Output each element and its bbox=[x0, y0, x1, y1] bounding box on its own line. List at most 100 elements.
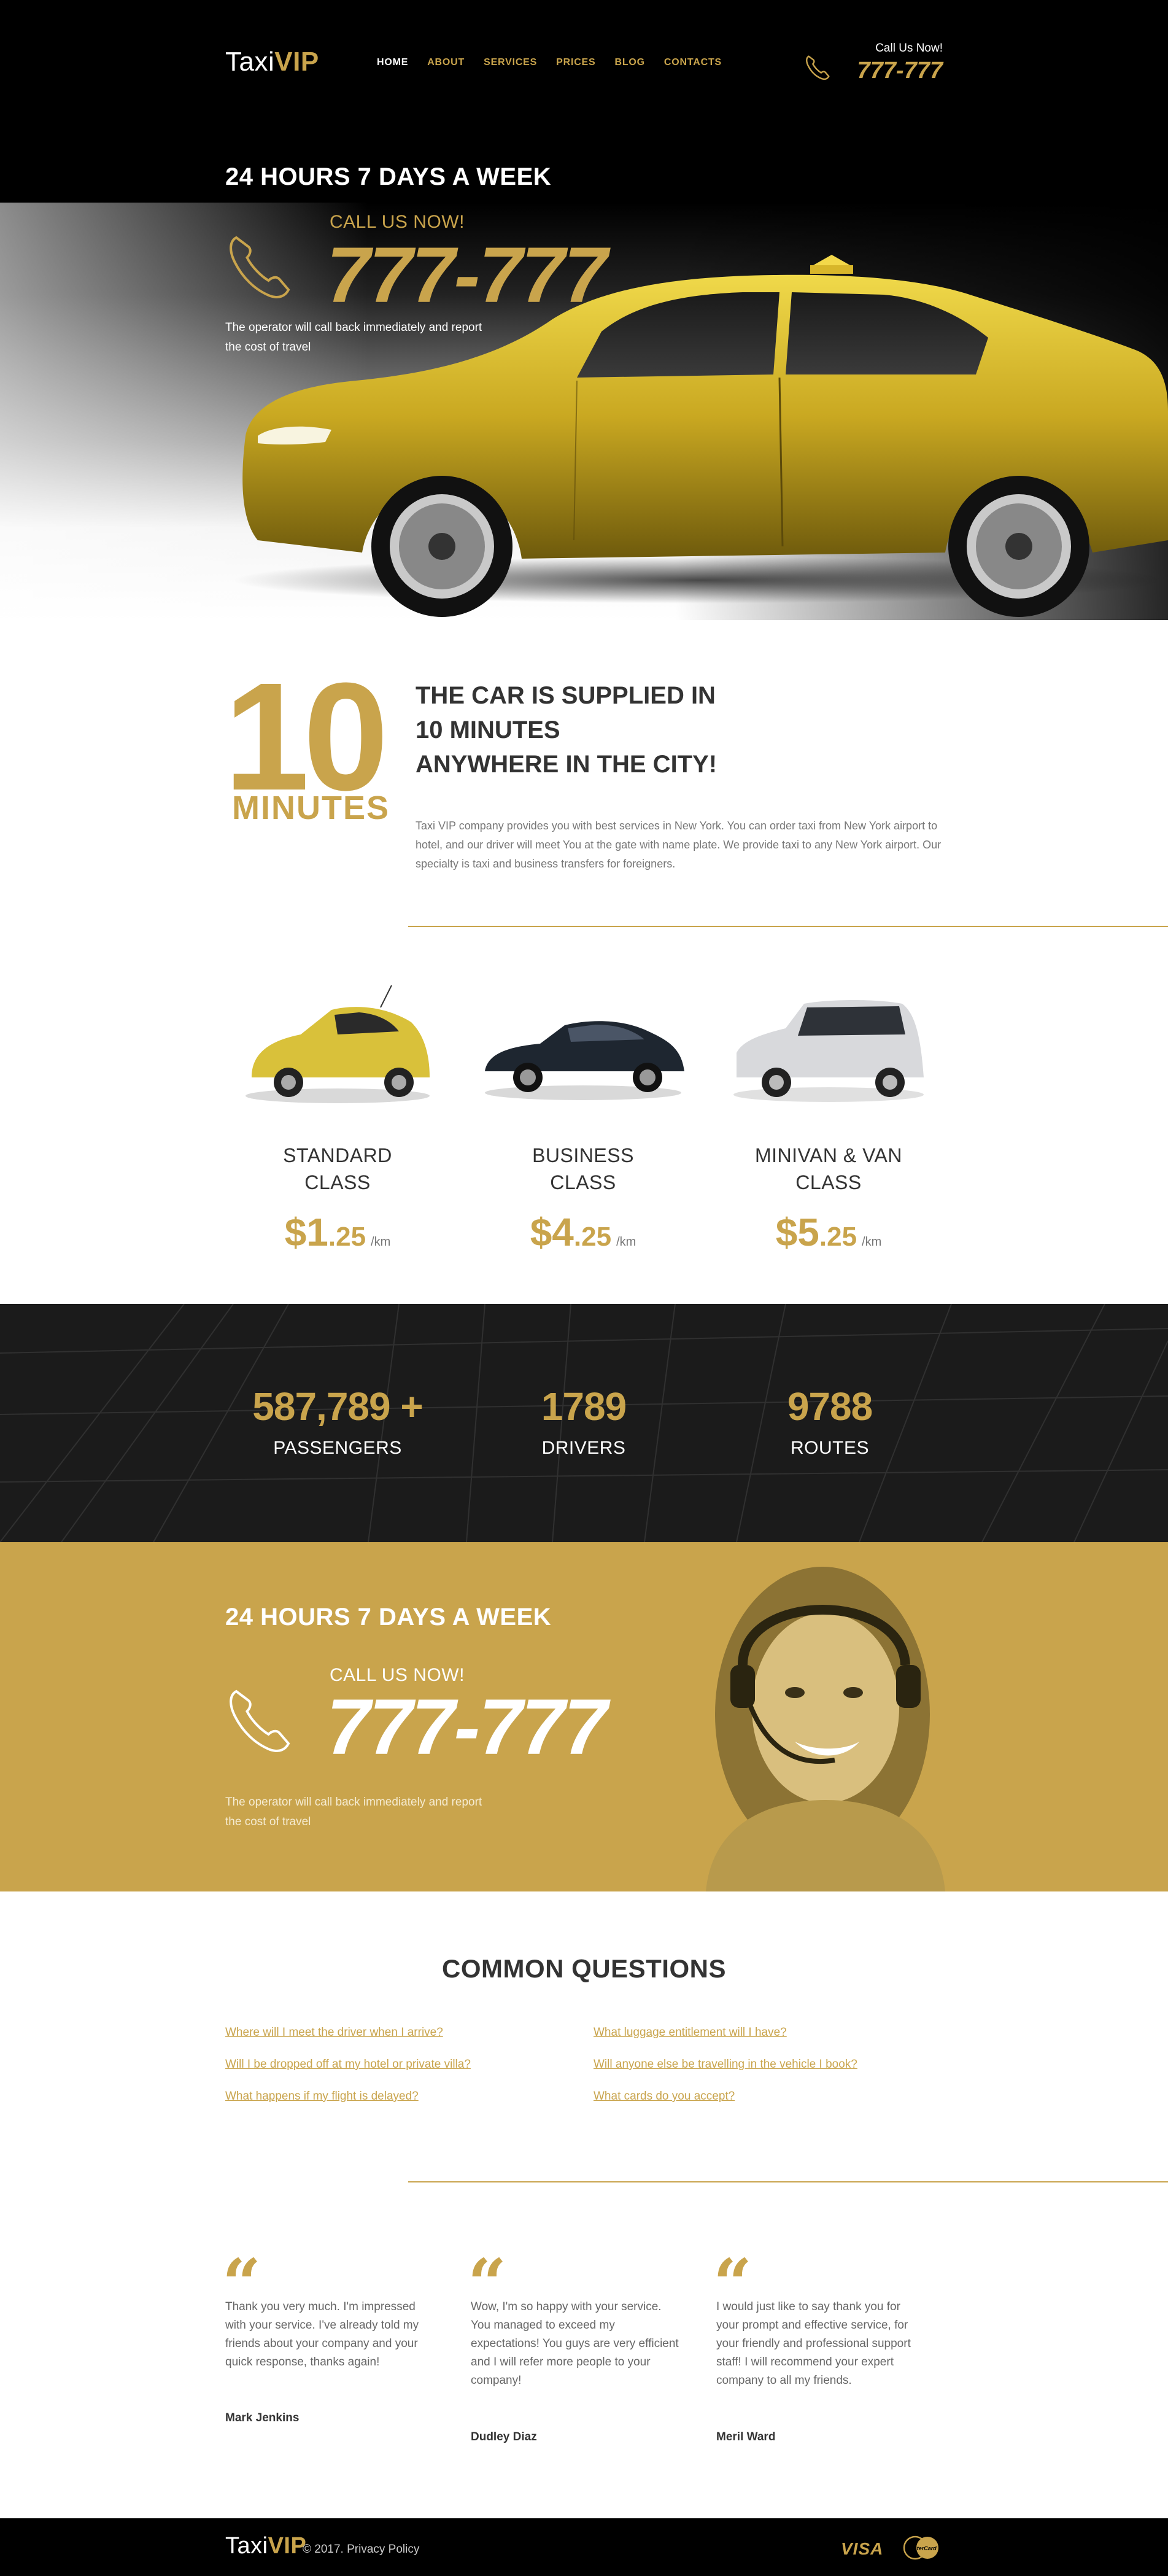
nav-about[interactable]: ABOUT bbox=[427, 57, 465, 68]
phone-icon bbox=[806, 55, 830, 80]
call-desc-line: the cost of travel bbox=[225, 1815, 311, 1828]
class-card-minivan[interactable]: MINIVAN & VAN CLASS $5.25/km bbox=[718, 985, 939, 1255]
mastercard-label: MasterCard bbox=[906, 2545, 937, 2551]
class-name-line: MINIVAN & VAN bbox=[754, 1144, 902, 1166]
class-name-line: BUSINESS bbox=[532, 1144, 634, 1166]
class-price: $4.25/km bbox=[473, 1209, 694, 1255]
class-card-standard[interactable]: STANDARD CLASS $1.25/km bbox=[227, 985, 448, 1255]
class-name: MINIVAN & VAN CLASS bbox=[718, 1142, 939, 1196]
mastercard-icon: MasterCard bbox=[903, 2535, 938, 2560]
stat-number: 587,789 + bbox=[252, 1384, 423, 1429]
testimonial-line: with your service. I've already told my bbox=[225, 2319, 419, 2332]
testimonial-author: Mark Jenkins bbox=[225, 2411, 300, 2424]
copyright: © 2017. Privacy Policy bbox=[303, 2543, 419, 2556]
stats-section: 587,789 + PASSENGERS 1789 DRIVERS 9788 R… bbox=[0, 1304, 1168, 1542]
call-phone-number[interactable]: 777-777 bbox=[327, 1682, 608, 1772]
faq-link[interactable]: What cards do you accept? bbox=[594, 2090, 735, 2103]
header-call-number[interactable]: 777-777 bbox=[857, 58, 943, 84]
stat-label: PASSENGERS bbox=[273, 1438, 402, 1458]
faq-link[interactable]: What happens if my flight is delayed? bbox=[225, 2090, 419, 2103]
stat-drivers: 1789 DRIVERS bbox=[461, 1384, 706, 1459]
header-call-label: Call Us Now! bbox=[875, 42, 943, 55]
testimonial-line: quick response, thanks again! bbox=[225, 2356, 380, 2368]
stat-routes: 9788 ROUTES bbox=[707, 1384, 953, 1459]
faq-link[interactable]: Where will I meet the driver when I arri… bbox=[225, 2026, 443, 2039]
class-name-line: CLASS bbox=[550, 1171, 616, 1193]
testimonial-line: I would just like to say thank you for bbox=[716, 2300, 900, 2313]
price-main: $1 bbox=[284, 1210, 328, 1254]
copyright-text: © 2017. bbox=[303, 2543, 344, 2556]
testimonial-line: staff! I will recommend your expert bbox=[716, 2356, 894, 2368]
supply-title: THE CAR IS SUPPLIED IN 10 MINUTES ANYWHE… bbox=[416, 678, 717, 782]
call-headline: 24 HOURS 7 DAYS A WEEK bbox=[225, 1604, 552, 1631]
call-section: 24 HOURS 7 DAYS A WEEK CALL US NOW! 777-… bbox=[0, 1542, 1168, 1891]
faq-title: COMMON QUESTIONS bbox=[441, 1954, 726, 1983]
main-nav: HOME ABOUT SERVICES PRICES BLOG CONTACTS bbox=[377, 57, 741, 68]
logo-text: Taxi bbox=[225, 2533, 268, 2559]
taxi-car-image bbox=[233, 255, 1168, 617]
class-name-line: STANDARD bbox=[283, 1144, 392, 1166]
testimonial-line: your friendly and professional support bbox=[716, 2337, 911, 2350]
call-description: The operator will call back immediately … bbox=[225, 1793, 532, 1832]
nav-blog[interactable]: BLOG bbox=[615, 57, 645, 68]
testimonial-line: company to all my friends. bbox=[716, 2374, 852, 2387]
nav-services[interactable]: SERVICES bbox=[484, 57, 537, 68]
stat-label: ROUTES bbox=[790, 1438, 869, 1458]
testimonial-line: Thank you very much. I'm impressed bbox=[225, 2300, 416, 2313]
testimonial-line: You managed to exceed my bbox=[471, 2319, 615, 2332]
class-card-business[interactable]: BUSINESS CLASS $4.25/km bbox=[473, 985, 694, 1255]
testimonial-line: Wow, I'm so happy with your service. bbox=[471, 2300, 662, 2313]
class-name: BUSINESS CLASS bbox=[473, 1142, 694, 1196]
price-unit: /km bbox=[371, 1235, 391, 1249]
hero-call-label: CALL US NOW! bbox=[330, 212, 465, 232]
testimonial-line: your prompt and effective service, for bbox=[716, 2319, 908, 2332]
phone-icon bbox=[230, 1690, 290, 1752]
divider bbox=[408, 2181, 1168, 2182]
footer-logo[interactable]: TaxiVIP bbox=[225, 2533, 306, 2559]
logo[interactable]: TaxiVIP bbox=[225, 47, 319, 77]
price-unit: /km bbox=[616, 1235, 636, 1249]
faq-link[interactable]: Will I be dropped off at my hotel or pri… bbox=[225, 2058, 471, 2071]
minivan-car-image bbox=[733, 1000, 924, 1102]
hero-headline: 24 HOURS 7 DAYS A WEEK bbox=[225, 163, 552, 190]
price-cents: .25 bbox=[819, 1222, 857, 1252]
logo-text: Taxi bbox=[225, 47, 275, 77]
class-name-line: CLASS bbox=[795, 1171, 862, 1193]
testimonial-author: Dudley Diaz bbox=[471, 2431, 537, 2443]
testimonial-text: Wow, I'm so happy with your service. You… bbox=[471, 2298, 692, 2390]
price-main: $5 bbox=[775, 1210, 819, 1254]
logo-accent: VIP bbox=[274, 47, 319, 77]
nav-contacts[interactable]: CONTACTS bbox=[664, 57, 722, 68]
header-call: Call Us Now! 777-777 bbox=[857, 42, 943, 84]
price-main: $4 bbox=[530, 1210, 574, 1254]
call-desc-line: The operator will call back immediately … bbox=[225, 1796, 482, 1809]
privacy-policy-link[interactable]: Privacy Policy bbox=[347, 2543, 419, 2556]
class-price: $1.25/km bbox=[227, 1209, 448, 1255]
stat-number: 1789 bbox=[541, 1384, 627, 1429]
testimonial-line: friends about your company and your bbox=[225, 2337, 418, 2350]
hero-section: TaxiVIP HOME ABOUT SERVICES PRICES BLOG … bbox=[0, 0, 1168, 620]
nav-prices[interactable]: PRICES bbox=[556, 57, 595, 68]
nav-home[interactable]: HOME bbox=[377, 57, 408, 68]
testimonial-author: Meril Ward bbox=[716, 2431, 776, 2443]
visa-icon: VISA bbox=[841, 2539, 884, 2558]
price-cents: .25 bbox=[328, 1222, 366, 1252]
faq-link[interactable]: Will anyone else be travelling in the ve… bbox=[594, 2058, 857, 2071]
supply-title-line: ANYWHERE IN THE CITY! bbox=[416, 751, 717, 778]
class-price: $5.25/km bbox=[718, 1209, 939, 1255]
supply-title-line: 10 MINUTES bbox=[416, 716, 560, 743]
stat-passengers: 587,789 + PASSENGERS bbox=[215, 1384, 460, 1459]
stat-label: DRIVERS bbox=[541, 1438, 626, 1458]
class-name-line: CLASS bbox=[304, 1171, 371, 1193]
class-name: STANDARD CLASS bbox=[227, 1142, 448, 1196]
supply-title-line: THE CAR IS SUPPLIED IN bbox=[416, 682, 716, 709]
testimonial-line: and I will refer more people to your bbox=[471, 2356, 651, 2368]
price-unit: /km bbox=[862, 1235, 882, 1249]
logo-accent: VIP bbox=[268, 2533, 307, 2559]
testimonial-text: Thank you very much. I'm impressed with … bbox=[225, 2298, 446, 2372]
divider bbox=[408, 926, 1168, 927]
ten-label: MINUTES bbox=[232, 789, 390, 826]
stat-number: 9788 bbox=[787, 1384, 873, 1429]
faq-link[interactable]: What luggage entitlement will I have? bbox=[594, 2026, 787, 2039]
footer: TaxiVIP © 2017. Privacy Policy VISA Mast… bbox=[0, 2518, 1168, 2576]
